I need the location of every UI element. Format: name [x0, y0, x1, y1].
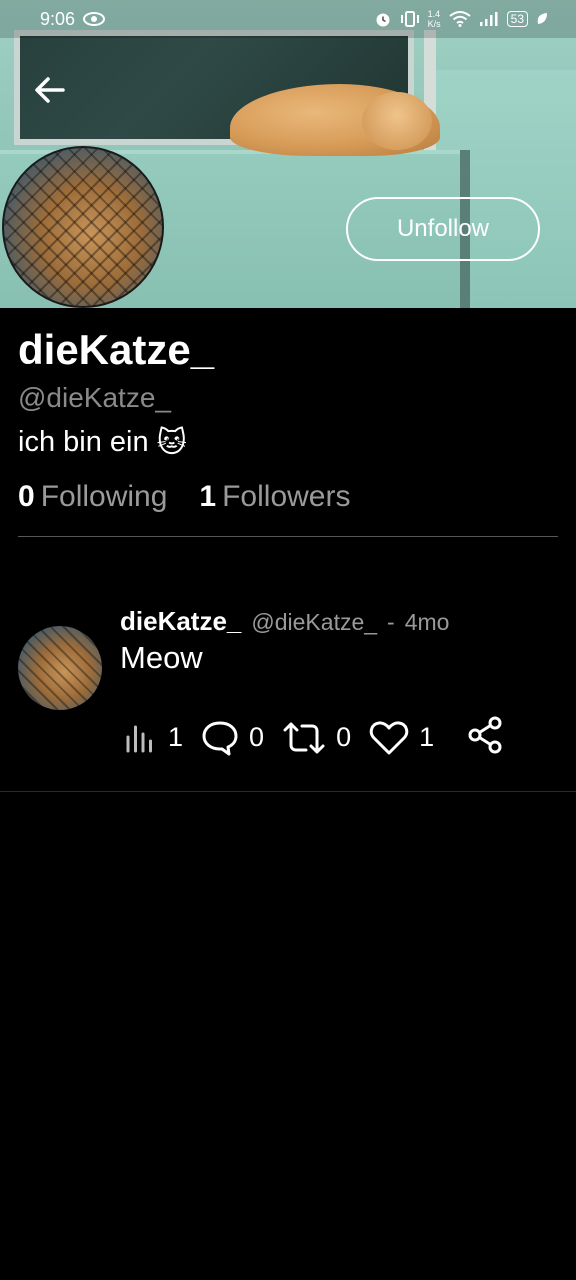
following-label: Following: [40, 480, 168, 513]
signal-icon: [479, 12, 498, 26]
post-age: 4mo: [404, 609, 450, 635]
post-author-handle: @dieKatze_: [251, 609, 378, 635]
post-author-avatar[interactable]: [18, 626, 102, 710]
net-speed: 1.4 K/s: [427, 9, 441, 29]
views-count: 1: [168, 722, 184, 752]
share-button[interactable]: [468, 716, 504, 759]
post-header: dieKatze_ @dieKatze_ - 4mo: [120, 606, 449, 637]
views-button[interactable]: 1: [124, 721, 183, 755]
unfollow-button[interactable]: Unfollow: [346, 197, 540, 261]
followers-count: 1: [199, 480, 217, 513]
views-icon: [126, 725, 152, 752]
profile-handle: @dieKatze_: [18, 382, 171, 413]
followers-stat[interactable]: 1 Followers: [199, 480, 350, 514]
status-time: 9:06: [40, 8, 76, 29]
back-button[interactable]: [32, 72, 68, 108]
battery-icon: 53: [506, 11, 528, 27]
share-icon: [468, 716, 502, 754]
post-author-name[interactable]: dieKatze_: [120, 606, 241, 637]
cat-emoji-icon: 🐱: [156, 427, 187, 459]
post-meta-separator: -: [387, 609, 395, 635]
vibrate-icon: [400, 11, 419, 27]
profile-stats: 0 Following 1 Followers: [18, 480, 350, 514]
followers-label: Followers: [222, 480, 351, 513]
like-button[interactable]: 1: [369, 720, 434, 756]
following-stat[interactable]: 0 Following: [18, 480, 167, 514]
back-arrow-icon: [35, 77, 65, 103]
reposts-count: 0: [336, 722, 352, 752]
replies-count: 0: [249, 722, 265, 752]
bio-text: ich bin ein: [18, 426, 149, 458]
following-count: 0: [18, 480, 35, 513]
profile-display-name: dieKatze_: [18, 326, 215, 373]
wifi-icon: [449, 11, 471, 27]
likes-count: 1: [419, 722, 435, 752]
repost-icon: [283, 722, 325, 753]
reply-icon: [202, 721, 238, 755]
profile-bio: ich bin ein 🐱: [18, 425, 187, 460]
status-bar: 9:06 1.4 K/s 53: [0, 0, 576, 38]
banner-cat-head: [362, 92, 432, 150]
reply-button[interactable]: 0: [201, 720, 264, 756]
post-text[interactable]: Meow: [120, 640, 203, 676]
leaf-icon: [537, 13, 547, 24]
profile-avatar[interactable]: [2, 146, 164, 308]
repost-button[interactable]: 0: [282, 721, 351, 755]
heart-icon: [369, 720, 409, 754]
post-divider: [0, 791, 576, 792]
eye-icon: [83, 12, 106, 26]
alarm-icon: [376, 13, 390, 27]
post-actions: 1 0 0 1: [124, 716, 504, 759]
profile-divider: [18, 536, 558, 537]
